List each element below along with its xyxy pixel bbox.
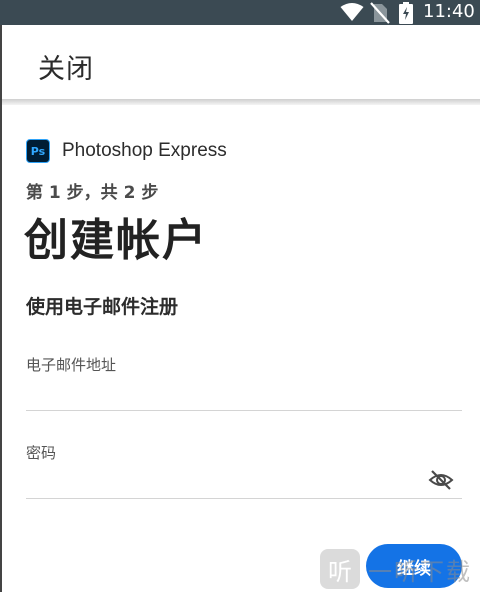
window-edge <box>0 25 2 592</box>
password-label: 密码 <box>26 444 57 462</box>
continue-button[interactable]: 继续 <box>366 544 462 588</box>
brand-name: Photoshop Express <box>62 140 227 161</box>
email-underline <box>26 410 462 411</box>
step-indicator: 第 1 步，共 2 步 <box>26 183 159 203</box>
eye-off-icon[interactable] <box>428 468 454 492</box>
status-bar: 11:40 <box>0 0 480 25</box>
email-field[interactable] <box>26 376 462 410</box>
no-sim-icon <box>370 2 390 24</box>
photoshop-express-logo: Ps <box>26 139 50 163</box>
brand-header: Ps Photoshop Express <box>26 138 227 164</box>
close-button[interactable]: 关闭 <box>38 47 94 86</box>
password-field[interactable] <box>26 464 426 498</box>
app-bar-divider <box>2 99 480 105</box>
page-title: 创建帐户 <box>24 215 208 266</box>
email-label: 电子邮件地址 <box>26 356 117 374</box>
app-bar: 关闭 <box>2 25 480 101</box>
password-underline <box>26 498 462 499</box>
status-clock: 11:40 <box>423 1 475 22</box>
battery-charging-icon <box>399 2 413 24</box>
wifi-icon <box>340 3 364 21</box>
watermark-logo: 听 <box>320 549 360 589</box>
signup-method-heading: 使用电子邮件注册 <box>26 296 179 318</box>
